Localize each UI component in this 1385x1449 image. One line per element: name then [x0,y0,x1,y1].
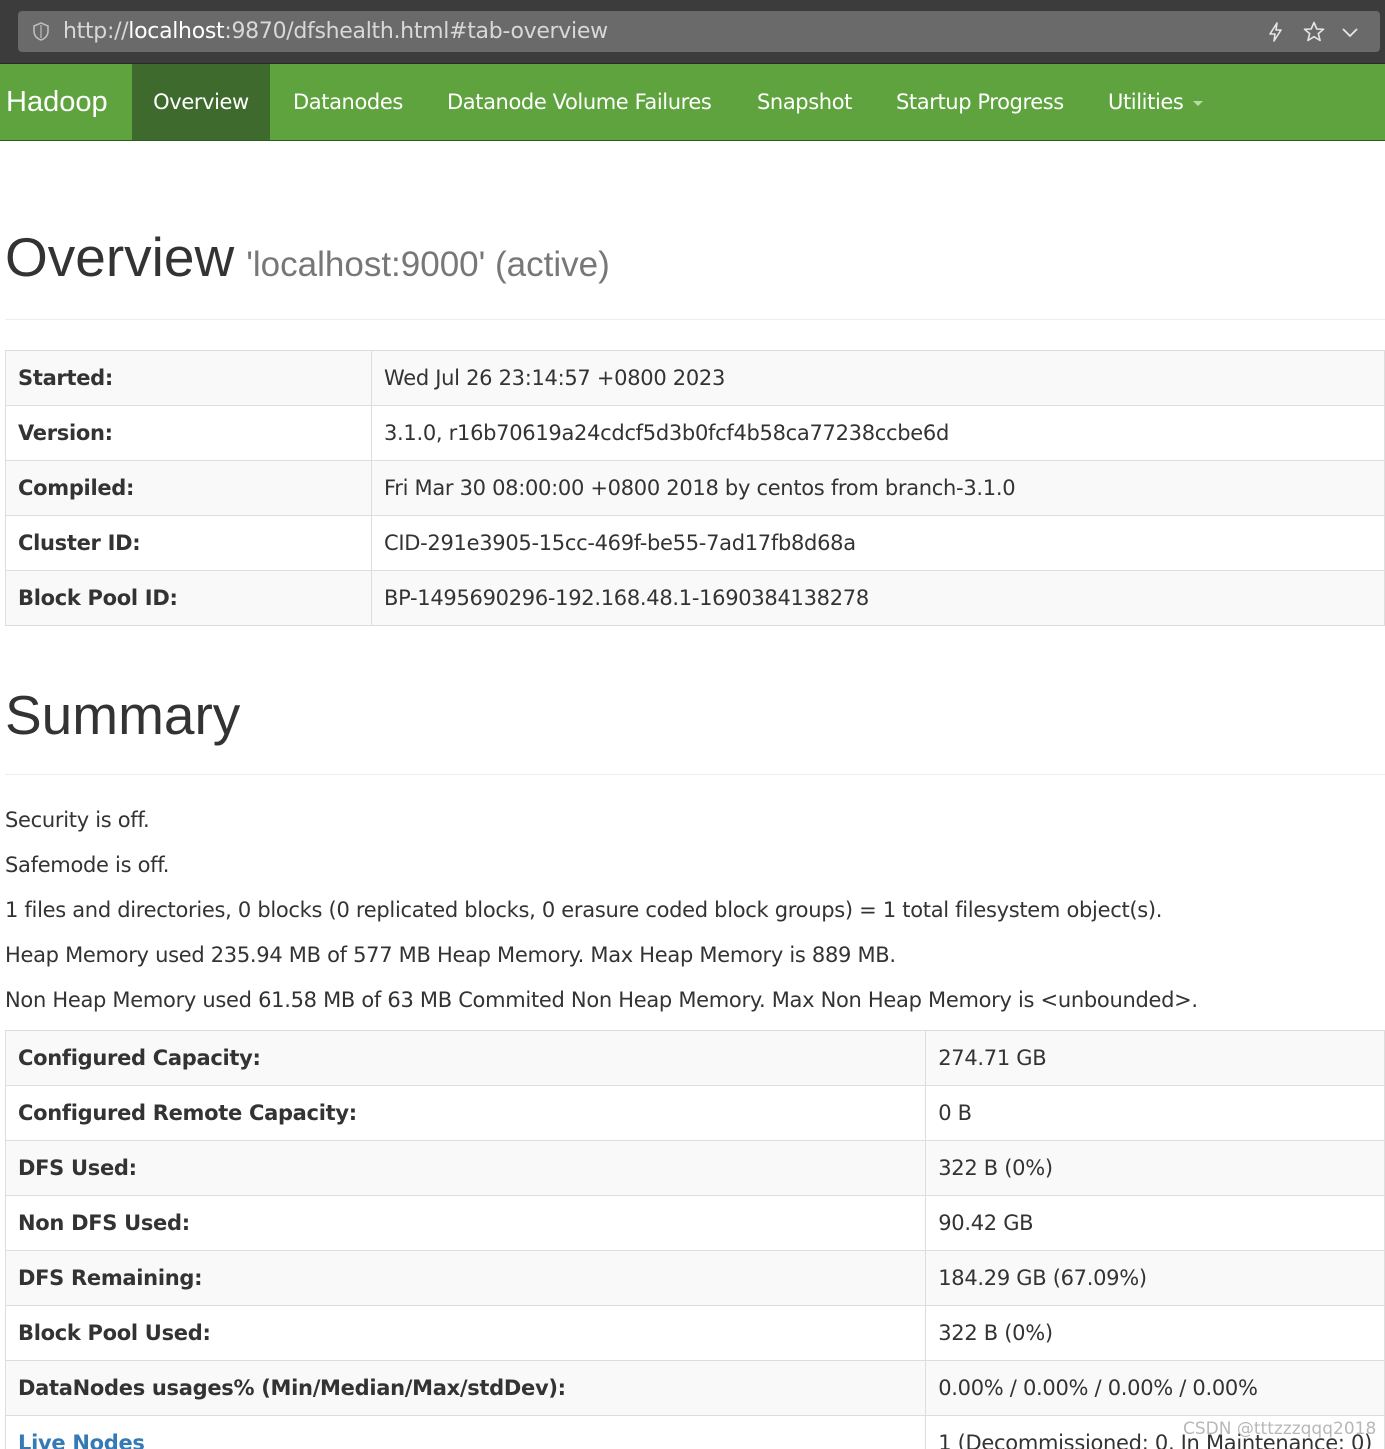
nav-startup-progress-label: Startup Progress [896,90,1064,114]
row-label: DFS Remaining: [4,1250,927,1306]
nav-utilities-label: Utilities [1108,90,1184,114]
row-label: Block Pool ID: [5,570,372,626]
url-text[interactable]: http://localhost:9870/dfshealth.html#tab… [63,19,608,45]
row-label: Started: [5,350,372,406]
live-nodes-cell: Live Nodes [4,1415,927,1449]
overview-table: Started: Wed Jul 26 23:14:57 +0800 2023 V… [5,350,1385,626]
row-value: 322 B (0%) [925,1305,1385,1361]
row-label: Compiled: [5,460,372,516]
table-row: Non DFS Used: 90.42 GB [4,1195,1385,1251]
non-heap-memory: Non Heap Memory used 61.58 MB of 63 MB C… [5,988,1198,1012]
nav-overview[interactable]: Overview [132,64,270,140]
row-label: Configured Capacity: [4,1030,927,1086]
browser-toolbar: http://localhost:9870/dfshealth.html#tab… [0,0,1385,64]
table-row: Cluster ID: CID-291e3905-15cc-469f-be55-7… [5,515,1385,571]
row-value: 322 B (0%) [925,1140,1385,1196]
url-host: localhost [128,19,225,44]
star-icon[interactable] [1302,20,1326,44]
live-nodes-link[interactable]: Live Nodes [18,1431,145,1449]
table-row: Compiled: Fri Mar 30 08:00:00 +0800 2018 … [5,460,1385,516]
nav-snapshot-label: Snapshot [757,90,852,114]
row-label: Non DFS Used: [4,1195,927,1251]
watermark: CSDN @tttzzzqqq2018 [1183,1419,1377,1439]
row-value: 0.00% / 0.00% / 0.00% / 0.00% [925,1360,1385,1416]
row-label: Cluster ID: [5,515,372,571]
url-prefix: http:// [63,19,129,44]
table-row: Block Pool Used: 322 B (0%) [4,1305,1385,1361]
row-value: 90.42 GB [925,1195,1385,1251]
row-label: Version: [5,405,372,461]
nav-datanodes-label: Datanodes [293,90,403,114]
table-row: Live Nodes 1 (Decommissioned: 0, In Maint… [4,1415,1385,1449]
row-value: 274.71 GB [925,1030,1385,1086]
nav-utilities[interactable]: Utilities [1108,64,1204,140]
row-value: 0 B [925,1085,1385,1141]
shield-icon[interactable] [32,22,50,41]
caret-down-icon [1193,100,1204,106]
table-row: Started: Wed Jul 26 23:14:57 +0800 2023 [5,350,1385,406]
nav-startup-progress[interactable]: Startup Progress [896,64,1064,140]
summary-table: Configured Capacity: 274.71 GB Configured… [4,1030,1385,1449]
nav-datanode-volume-failures[interactable]: Datanode Volume Failures [447,64,712,140]
chevron-down-icon[interactable] [1340,20,1360,44]
table-row: DataNodes usages% (Min/Median/Max/stdDev… [4,1360,1385,1416]
table-row: Configured Remote Capacity: 0 B [4,1085,1385,1141]
url-path: :9870/dfshealth.html#tab-overview [224,19,608,44]
table-row: DFS Remaining: 184.29 GB (67.09%) [4,1250,1385,1306]
table-row: Version: 3.1.0, r16b70619a24cdcf5d3b0fcf4… [5,405,1385,461]
safemode-status: Safemode is off. [5,853,170,877]
row-value: BP-1495690296-192.168.48.1-1690384138278 [371,570,1385,626]
row-value: 184.29 GB (67.09%) [925,1250,1385,1306]
navbar: Hadoop Overview Datanodes Datanode Volum… [0,64,1385,141]
overview-title-text: Overview [5,226,235,288]
row-value: 3.1.0, r16b70619a24cdcf5d3b0fcf4b58ca772… [371,405,1385,461]
row-label: Configured Remote Capacity: [4,1085,927,1141]
table-row: Configured Capacity: 274.71 GB [4,1030,1385,1086]
overview-subtitle: 'localhost:9000' (active) [246,245,610,284]
nav-volume-failures-label: Datanode Volume Failures [447,90,712,114]
row-value: Wed Jul 26 23:14:57 +0800 2023 [371,350,1385,406]
row-label: Block Pool Used: [4,1305,927,1361]
overview-title: Overview 'localhost:9000' (active) [5,222,1385,300]
table-row: DFS Used: 322 B (0%) [4,1140,1385,1196]
filesystem-objects: 1 files and directories, 0 blocks (0 rep… [5,898,1163,922]
summary-header: Summary [5,680,1385,775]
row-value: CID-291e3905-15cc-469f-be55-7ad17fb8d68a [371,515,1385,571]
address-bar[interactable]: http://localhost:9870/dfshealth.html#tab… [18,11,1380,52]
row-value: Fri Mar 30 08:00:00 +0800 2018 by centos… [371,460,1385,516]
brand-logo[interactable]: Hadoop [6,64,108,140]
nav-overview-label: Overview [153,90,249,114]
row-label: DataNodes usages% (Min/Median/Max/stdDev… [4,1360,927,1416]
security-status: Security is off. [5,808,150,832]
summary-title: Summary [5,684,241,746]
table-row: Block Pool ID: BP-1495690296-192.168.48.1… [5,570,1385,626]
nav-datanodes[interactable]: Datanodes [293,64,403,140]
row-label: DFS Used: [4,1140,927,1196]
overview-header: Overview 'localhost:9000' (active) [5,222,1385,320]
nav-snapshot[interactable]: Snapshot [757,64,852,140]
lightning-icon[interactable] [1264,20,1288,44]
heap-memory: Heap Memory used 235.94 MB of 577 MB Hea… [5,943,896,967]
